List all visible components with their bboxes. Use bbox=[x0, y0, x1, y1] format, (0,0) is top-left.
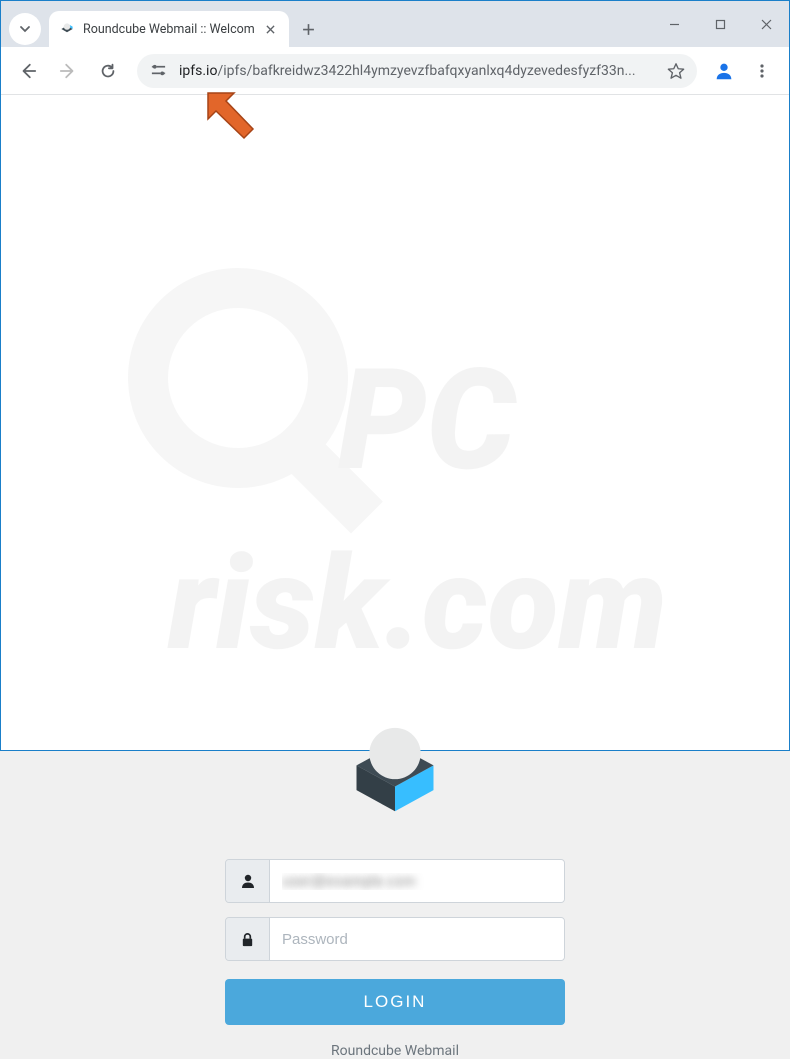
star-icon bbox=[667, 62, 685, 80]
titlebar: Roundcube Webmail :: Welcom bbox=[1, 1, 789, 47]
chevron-down-icon bbox=[19, 23, 31, 35]
password-group bbox=[225, 917, 565, 961]
tune-icon bbox=[150, 62, 167, 79]
login-form: LOGIN Roundcube Webmail bbox=[225, 859, 565, 1059]
url-text[interactable]: ipfs.io/ipfs/bafkreidwz3422hl4ymzyevzfba… bbox=[179, 63, 655, 79]
site-settings-button[interactable] bbox=[145, 58, 171, 84]
lock-icon bbox=[240, 932, 255, 947]
close-icon bbox=[266, 25, 275, 34]
username-input[interactable] bbox=[270, 860, 564, 902]
kebab-icon bbox=[754, 63, 770, 79]
password-input[interactable] bbox=[270, 918, 564, 960]
minimize-icon bbox=[669, 19, 680, 30]
back-button[interactable] bbox=[11, 54, 45, 88]
login-button[interactable]: LOGIN bbox=[225, 979, 565, 1025]
profile-button[interactable] bbox=[709, 56, 739, 86]
username-group bbox=[225, 859, 565, 903]
url-path: /ipfs/bafkreidwz3422hl4ymzyevzfbafqxyanl… bbox=[217, 63, 635, 79]
svg-text:risk.com: risk.com bbox=[167, 527, 667, 680]
footer-text: Roundcube Webmail bbox=[225, 1043, 565, 1059]
arrow-right-icon bbox=[59, 62, 77, 80]
maximize-icon bbox=[715, 19, 726, 30]
forward-button[interactable] bbox=[51, 54, 85, 88]
logo bbox=[340, 715, 450, 829]
annotation-arrow bbox=[196, 81, 266, 155]
toolbar: ipfs.io/ipfs/bafkreidwz3422hl4ymzyevzfba… bbox=[1, 47, 789, 95]
tab-close-button[interactable] bbox=[263, 21, 279, 37]
bookmark-button[interactable] bbox=[663, 58, 689, 84]
arrow-left-icon bbox=[19, 62, 37, 80]
close-window-button[interactable] bbox=[743, 1, 789, 47]
profile-icon bbox=[713, 60, 735, 82]
lock-icon-box bbox=[226, 918, 270, 960]
user-icon bbox=[240, 873, 256, 889]
url-domain: ipfs.io bbox=[179, 63, 217, 79]
svg-text:PC: PC bbox=[338, 339, 517, 503]
reload-button[interactable] bbox=[91, 54, 125, 88]
browser-window: Roundcube Webmail :: Welcom bbox=[0, 0, 790, 751]
user-icon-box bbox=[226, 860, 270, 902]
watermark: PC risk.com bbox=[88, 228, 788, 732]
menu-button[interactable] bbox=[745, 54, 779, 88]
roundcube-favicon-icon bbox=[59, 21, 75, 37]
roundcube-logo-icon bbox=[340, 715, 450, 825]
tab-search-dropdown[interactable] bbox=[9, 13, 41, 45]
new-tab-button[interactable] bbox=[295, 15, 323, 43]
reload-icon bbox=[99, 62, 117, 80]
minimize-button[interactable] bbox=[651, 1, 697, 47]
close-icon bbox=[761, 19, 772, 30]
window-controls bbox=[651, 1, 789, 47]
page-content: PC risk.com bbox=[2, 96, 788, 749]
plus-icon bbox=[302, 23, 315, 36]
tab-title: Roundcube Webmail :: Welcom bbox=[83, 22, 255, 37]
browser-tab[interactable]: Roundcube Webmail :: Welcom bbox=[49, 11, 289, 47]
arrow-pointer-icon bbox=[196, 81, 266, 151]
maximize-button[interactable] bbox=[697, 1, 743, 47]
